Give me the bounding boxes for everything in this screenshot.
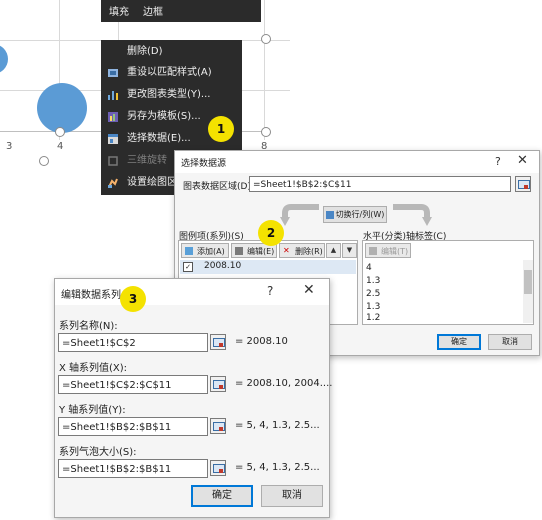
chart-range-field[interactable]: =Sheet1!$B$2:$C$11 [249, 176, 511, 192]
format-plot-icon [107, 177, 119, 189]
menu-item-reset-style[interactable]: 重设以匹配样式(A) [101, 63, 242, 83]
range-picker-icon[interactable] [210, 418, 226, 434]
help-button[interactable]: ? [495, 155, 501, 168]
scrollbar[interactable] [523, 260, 533, 323]
chart-bubble[interactable] [37, 83, 87, 133]
chart-bubble[interactable] [0, 44, 8, 74]
series-item-label: 2008.10 [204, 261, 242, 271]
move-up-button[interactable]: ▲ [326, 243, 341, 258]
range-picker-icon[interactable] [210, 460, 226, 476]
series-name-label: 系列名称(N): [59, 321, 118, 332]
series-name-field[interactable]: =Sheet1!$C$2 [58, 333, 208, 352]
bubble-size-preview: = 5, 4, 1.3, 2.5... [235, 462, 320, 473]
list-item[interactable]: 2.5 [366, 289, 380, 299]
reset-style-icon [107, 67, 119, 79]
menu-item-label: 三维旋转 [127, 155, 167, 166]
rotate-3d-icon [107, 155, 119, 167]
menu-item-change-chart-type[interactable]: 更改图表类型(Y)... [101, 85, 242, 105]
list-item[interactable]: 1.3 [366, 302, 380, 312]
x-tick-label: 3 [6, 141, 13, 152]
close-button[interactable]: ✕ [303, 282, 315, 298]
range-picker-icon[interactable] [515, 176, 531, 192]
mini-toolbar: 填充 边框 [101, 0, 261, 22]
selection-handle[interactable] [261, 34, 271, 44]
menu-item-delete[interactable]: 删除(D) [101, 42, 242, 62]
dialog-titlebar: 选择数据源 ? ✕ [175, 151, 539, 173]
add-icon [185, 247, 193, 255]
list-item[interactable]: ✓ 2008.10 [180, 260, 356, 274]
list-item[interactable]: 1.2 [366, 313, 380, 323]
delete-series-button[interactable]: ✕ 删除(R) [279, 243, 325, 258]
switch-row-column-button[interactable]: 切换行/列(W) [323, 206, 387, 223]
series-checkbox[interactable]: ✓ [183, 262, 193, 272]
axis-labels-listbox[interactable]: 编辑(T) 4 1.3 2.5 1.3 1.2 [362, 240, 534, 325]
x-values-field[interactable]: =Sheet1!$C$2:$C$11 [58, 375, 208, 394]
x-values-preview: = 2008.10, 2004.... [235, 378, 333, 389]
cancel-button[interactable]: 取消 [488, 334, 532, 350]
step-badge-2: 2 [258, 220, 284, 246]
delete-icon: ✕ [283, 246, 290, 255]
menu-item-label: 选择数据(E)... [127, 133, 191, 144]
step-badge-3: 3 [120, 286, 146, 312]
help-button[interactable]: ? [267, 284, 273, 298]
dialog-title: 编辑数据系列 [61, 290, 121, 301]
right-arrow-icon [393, 204, 432, 226]
chart-type-icon [107, 89, 119, 101]
menu-item-label: 删除(D) [127, 46, 163, 57]
close-button[interactable]: ✕ [517, 153, 528, 168]
x-tick-label: 4 [57, 141, 64, 152]
chart-range-label: 图表数据区域(D): [183, 182, 254, 192]
border-button[interactable]: 边框 [143, 3, 163, 18]
switch-icon [325, 210, 334, 219]
x-values-label: X 轴系列值(X): [59, 363, 128, 374]
y-values-field[interactable]: =Sheet1!$B$2:$B$11 [58, 417, 208, 436]
selection-handle[interactable] [261, 127, 271, 137]
y-values-preview: = 5, 4, 1.3, 2.5... [235, 420, 320, 431]
bubble-size-field[interactable]: =Sheet1!$B$2:$B$11 [58, 459, 208, 478]
series-name-preview: = 2008.10 [235, 336, 288, 347]
bubble-size-label: 系列气泡大小(S): [59, 447, 137, 458]
step-badge-1: 1 [208, 116, 234, 142]
list-item[interactable]: 4 [366, 263, 372, 273]
menu-item-label: 更改图表类型(Y)... [127, 89, 211, 100]
selection-handle[interactable] [39, 156, 49, 166]
menu-item-label: 另存为模板(S)... [127, 111, 201, 122]
delete-icon [107, 46, 119, 58]
move-down-button[interactable]: ▼ [342, 243, 357, 258]
add-series-button[interactable]: 添加(A) [181, 243, 229, 258]
y-values-label: Y 轴系列值(Y): [59, 405, 126, 416]
menu-item-label: 重设以匹配样式(A) [127, 67, 212, 78]
list-item[interactable]: 1.3 [366, 276, 380, 286]
edit-series-dialog: 编辑数据系列 ? ✕ 系列名称(N): =Sheet1!$C$2 = 2008.… [54, 278, 333, 518]
template-icon [107, 111, 119, 123]
gridline [264, 0, 265, 140]
selection-handle[interactable] [55, 127, 65, 137]
edit-icon [369, 247, 377, 255]
edit-axis-button[interactable]: 编辑(T) [365, 243, 411, 258]
left-arrow-icon [280, 204, 319, 226]
select-data-icon [107, 133, 119, 145]
cancel-button[interactable]: 取消 [261, 485, 323, 507]
dialog-title: 选择数据源 [181, 159, 227, 169]
ok-button[interactable]: 确定 [437, 334, 481, 350]
range-picker-icon[interactable] [210, 334, 226, 350]
ok-button[interactable]: 确定 [191, 485, 253, 507]
range-picker-icon[interactable] [210, 376, 226, 392]
edit-icon [235, 247, 243, 255]
scrollbar-thumb[interactable] [524, 270, 532, 294]
menu-item-label: 设置绘图区 [127, 177, 177, 188]
fill-button[interactable]: 填充 [109, 3, 129, 18]
dialog-titlebar: 编辑数据系列 ? ✕ [55, 279, 329, 305]
